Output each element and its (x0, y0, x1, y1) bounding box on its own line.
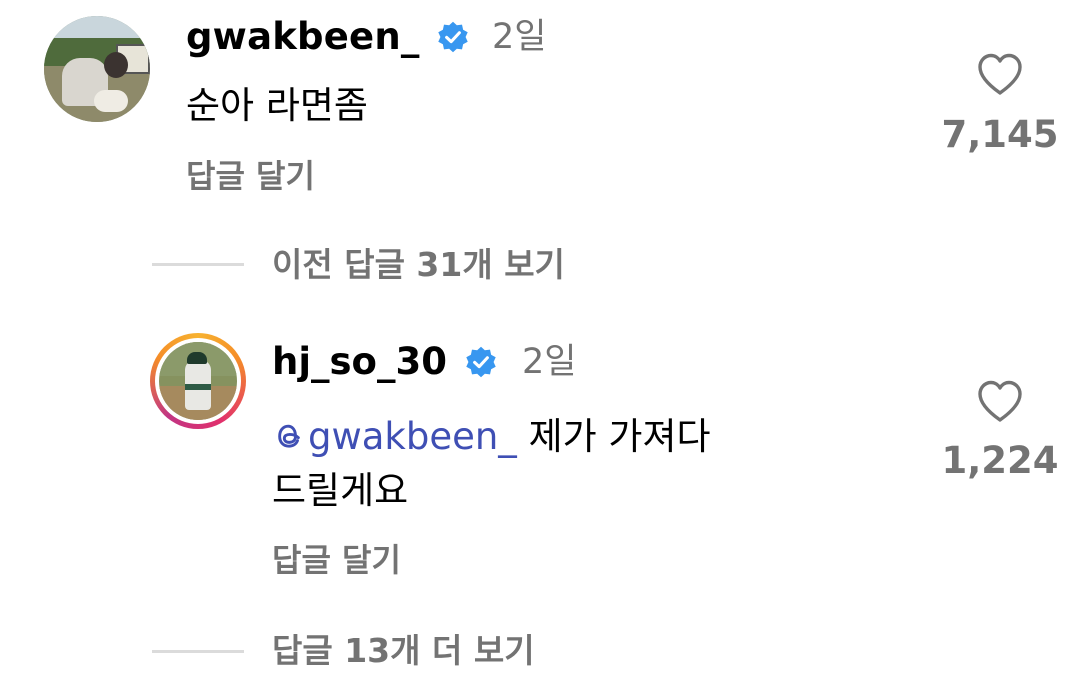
view-previous-replies-button[interactable]: 이전 답글 31개 보기 (272, 242, 565, 288)
view-more-replies-button[interactable]: 답글 13개 더 보기 (272, 628, 535, 674)
avatar-gwakbeen[interactable] (44, 16, 150, 122)
comment-text: 순아 라면좀 (186, 84, 368, 127)
verified-badge-icon (438, 21, 468, 53)
mention-link[interactable]: gwakbeen_ (272, 415, 517, 458)
like-count: 7,145 (941, 113, 1059, 156)
reply-button[interactable]: 답글 달기 (186, 153, 315, 199)
heart-icon[interactable] (976, 379, 1024, 423)
reply-button[interactable]: 답글 달기 (272, 537, 401, 583)
like-count: 1,224 (941, 439, 1059, 482)
divider-line (152, 650, 244, 653)
comment-timestamp: 2일 (492, 17, 547, 57)
threads-icon (278, 424, 300, 448)
divider-line (152, 263, 244, 266)
verified-badge-icon (466, 346, 496, 378)
reply-username[interactable]: hj_so_30 (272, 337, 447, 387)
comment-username[interactable]: gwakbeen_ (186, 12, 420, 62)
mention-username[interactable]: gwakbeen_ (308, 415, 517, 458)
heart-icon[interactable] (976, 52, 1024, 96)
avatar-hj-so-30[interactable] (150, 333, 246, 429)
reply-text-block: gwakbeen_ 제가 가져다드릴게요 (272, 410, 742, 518)
reply-timestamp: 2일 (522, 342, 577, 382)
